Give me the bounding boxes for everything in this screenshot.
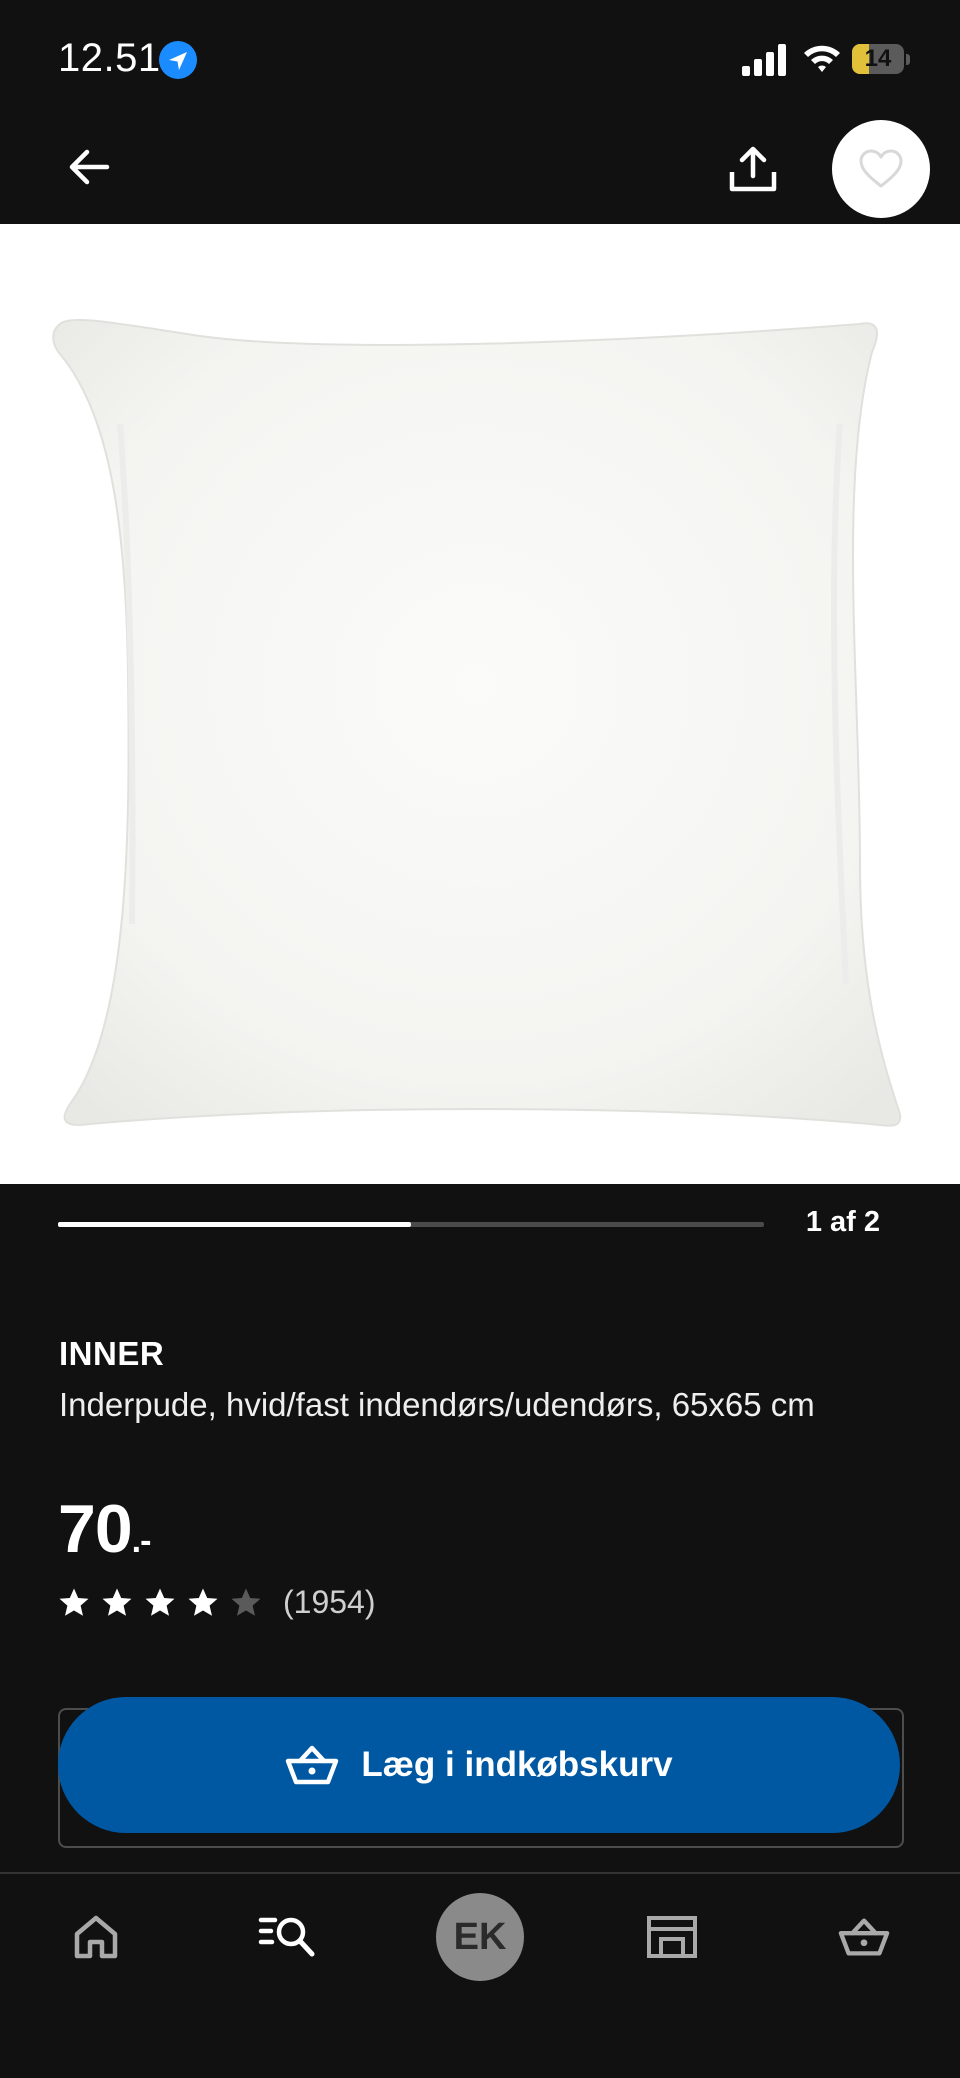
tab-profile[interactable]: EK bbox=[420, 1892, 540, 1982]
product-price: 70.- bbox=[58, 1490, 152, 1568]
search-list-icon bbox=[258, 1917, 315, 1957]
star-empty-icon bbox=[231, 1588, 261, 1616]
carousel-progress bbox=[58, 1222, 764, 1227]
rating-stars bbox=[58, 1587, 273, 1619]
tabbar-divider bbox=[0, 1872, 960, 1874]
basket-icon bbox=[286, 1745, 339, 1785]
carousel-progress-fill bbox=[58, 1222, 411, 1227]
back-button[interactable] bbox=[54, 132, 124, 202]
product-rating[interactable]: (1954) bbox=[58, 1584, 376, 1621]
carousel-counter: 1 af 2 bbox=[805, 1206, 880, 1238]
heart-icon bbox=[859, 149, 903, 188]
arrow-left-icon bbox=[69, 149, 110, 185]
tab-search[interactable] bbox=[228, 1892, 348, 1982]
battery-indicator: 14 bbox=[852, 44, 910, 76]
product-name: INNER bbox=[59, 1335, 165, 1372]
tab-store[interactable] bbox=[612, 1892, 732, 1982]
star-filled-icon bbox=[102, 1588, 132, 1616]
tab-cart[interactable] bbox=[804, 1892, 924, 1982]
battery-tip bbox=[906, 54, 910, 65]
share-icon bbox=[729, 146, 777, 192]
wifi-icon bbox=[804, 45, 840, 72]
price-value: 70 bbox=[58, 1491, 133, 1567]
add-to-cart-button[interactable]: Læg i indkøbskurv bbox=[58, 1697, 900, 1833]
location-arrow-icon bbox=[159, 41, 197, 79]
tab-home[interactable] bbox=[36, 1892, 156, 1982]
price-suffix: .- bbox=[131, 1522, 152, 1560]
star-filled-icon bbox=[188, 1588, 218, 1616]
store-icon bbox=[647, 1916, 697, 1958]
star-filled-icon bbox=[59, 1588, 89, 1616]
review-count: (1954) bbox=[283, 1584, 376, 1620]
cellular-signal-icon bbox=[742, 44, 786, 76]
add-to-cart-label: Læg i indkøbskurv bbox=[361, 1745, 673, 1784]
product-description: Inderpude, hvid/fast indendørs/udendørs,… bbox=[59, 1386, 815, 1423]
home-icon bbox=[74, 1915, 118, 1959]
share-button[interactable] bbox=[716, 132, 790, 206]
favorite-button[interactable] bbox=[832, 120, 930, 218]
profile-avatar: EK bbox=[436, 1893, 524, 1981]
status-time: 12.51 bbox=[58, 36, 161, 80]
basket-icon bbox=[838, 1918, 890, 1956]
battery-level: 14 bbox=[864, 45, 892, 72]
product-image-carousel[interactable] bbox=[0, 224, 960, 1184]
product-image-pillow bbox=[52, 318, 902, 1127]
star-filled-icon bbox=[145, 1588, 175, 1616]
